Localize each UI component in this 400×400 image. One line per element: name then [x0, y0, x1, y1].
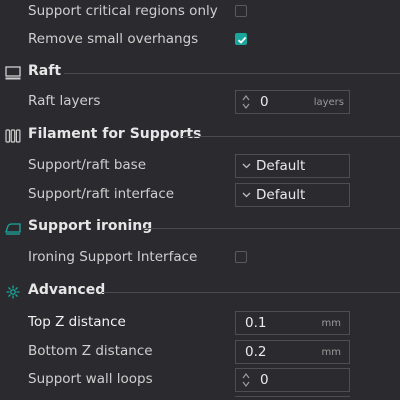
top-z-distance-label: Top Z distance	[28, 314, 126, 330]
advanced-section-header: Advanced	[0, 280, 400, 304]
top-z-distance-unit: mm	[321, 318, 341, 329]
spin-arrows-icon[interactable]	[241, 371, 251, 389]
next-field-edge	[235, 396, 350, 400]
support-wall-loops-label: Support wall loops	[28, 371, 153, 387]
remove-small-overhangs-checkbox[interactable]	[235, 33, 247, 45]
advanced-icon	[6, 285, 20, 299]
bottom-z-distance-row: Bottom Z distance 0.2 mm	[0, 340, 400, 364]
raft-layers-unit: layers	[313, 97, 344, 108]
raft-divider	[64, 73, 400, 74]
bottom-z-distance-input[interactable]: 0.2 mm	[235, 340, 350, 364]
ironing-support-interface-label: Ironing Support Interface	[28, 249, 198, 265]
checkmark-icon	[237, 36, 247, 44]
support-wall-loops-spinbox[interactable]: 0	[235, 368, 350, 392]
raft-icon	[5, 66, 21, 80]
support-ironing-section-title: Support ironing	[28, 218, 153, 234]
top-z-distance-row: Top Z distance 0.1 mm	[0, 311, 400, 335]
support-raft-interface-row: Support/raft interface Default	[0, 183, 400, 207]
advanced-section-title: Advanced	[28, 282, 106, 298]
support-raft-interface-dropdown[interactable]: Default	[235, 183, 350, 207]
bottom-z-distance-value: 0.2	[245, 344, 267, 360]
spin-arrows-icon[interactable]	[241, 93, 251, 111]
filament-icon	[5, 129, 21, 143]
bottom-z-distance-label: Bottom Z distance	[28, 343, 153, 359]
raft-section-title: Raft	[28, 63, 62, 79]
ironing-support-interface-row: Ironing Support Interface	[0, 246, 400, 270]
support-critical-regions-row: Support critical regions only	[0, 0, 400, 24]
raft-layers-row: Raft layers 0 layers	[0, 90, 400, 114]
support-raft-base-dropdown[interactable]: Default	[235, 154, 350, 178]
support-ironing-section-header: Support ironing	[0, 216, 400, 240]
support-critical-regions-checkbox[interactable]	[235, 5, 247, 17]
support-raft-interface-value: Default	[256, 187, 306, 203]
support-raft-base-value: Default	[256, 158, 306, 174]
support-wall-loops-row: Support wall loops 0	[0, 368, 400, 392]
remove-small-overhangs-row: Remove small overhangs	[0, 28, 400, 52]
iron-icon	[5, 223, 21, 235]
support-raft-interface-label: Support/raft interface	[28, 186, 175, 202]
chevron-down-icon	[242, 192, 251, 198]
ironing-support-interface-checkbox[interactable]	[235, 251, 247, 263]
support-raft-base-row: Support/raft base Default	[0, 154, 400, 178]
remove-small-overhangs-label: Remove small overhangs	[28, 31, 199, 47]
top-z-distance-value: 0.1	[245, 315, 267, 331]
raft-layers-spinbox[interactable]: 0 layers	[235, 90, 350, 114]
filament-section-title: Filament for Supports	[28, 126, 202, 142]
filament-section-header: Filament for Supports	[0, 124, 400, 148]
support-wall-loops-value: 0	[260, 372, 269, 388]
raft-section-header: Raft	[0, 61, 400, 85]
filament-divider	[182, 136, 400, 137]
advanced-divider	[102, 292, 400, 293]
support-critical-regions-label: Support critical regions only	[28, 3, 218, 19]
chevron-down-icon	[242, 163, 251, 169]
support-ironing-divider	[142, 228, 400, 229]
raft-layers-label: Raft layers	[28, 93, 101, 109]
bottom-z-distance-unit: mm	[321, 347, 341, 358]
raft-layers-value: 0	[260, 94, 269, 110]
top-z-distance-input[interactable]: 0.1 mm	[235, 311, 350, 335]
support-raft-base-label: Support/raft base	[28, 157, 147, 173]
